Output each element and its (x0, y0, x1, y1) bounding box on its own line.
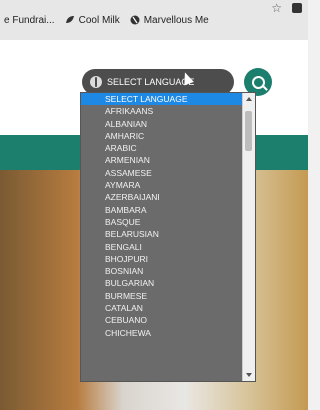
language-option[interactable]: AFRIKAANS (81, 105, 243, 117)
bookmark-label: Marvellous Me (143, 14, 209, 26)
language-option[interactable]: ARABIC (81, 142, 243, 154)
language-options: SELECT LANGUAGE AFRIKAANS ALBANIAN AMHARIC A… (81, 93, 243, 381)
language-option[interactable]: BELARUSIAN (81, 228, 243, 240)
scroll-up-icon[interactable] (243, 93, 255, 105)
language-option[interactable]: BENGALI (81, 241, 243, 253)
language-option[interactable]: CATALAN (81, 302, 243, 314)
language-dropdown[interactable]: SELECT LANGUAGE AFRIKAANS ALBANIAN AMHARIC A… (80, 92, 256, 382)
language-option[interactable]: SELECT LANGUAGE (81, 93, 243, 106)
search-icon (251, 75, 265, 89)
language-option[interactable]: BAMBARA (81, 204, 243, 216)
browser-controls: ☆ (248, 0, 308, 16)
language-option[interactable]: BOSNIAN (81, 265, 243, 277)
language-option[interactable]: ASSAMESE (81, 167, 243, 179)
leaf-icon (65, 15, 75, 25)
globe-icon (130, 15, 140, 25)
language-option[interactable]: ALBANIAN (81, 118, 243, 130)
language-option[interactable]: ARMENIAN (81, 154, 243, 166)
language-option[interactable]: AMHARIC (81, 130, 243, 142)
language-option[interactable]: CHICHEWA (81, 327, 243, 339)
language-option[interactable]: BURMESE (81, 290, 243, 302)
bookmark-label: e Fundrai... (4, 14, 55, 26)
scroll-down-icon[interactable] (243, 369, 255, 381)
language-option[interactable]: CEBUANO (81, 314, 243, 326)
language-option[interactable]: AYMARA (81, 179, 243, 191)
globe-icon (90, 76, 102, 88)
star-icon[interactable]: ☆ (271, 1, 282, 15)
bookmark-fundraising[interactable]: e Fundrai... (4, 15, 55, 26)
scroll-thumb[interactable] (245, 111, 252, 151)
language-option[interactable]: BULGARIAN (81, 277, 243, 289)
language-option[interactable]: AZERBAIJANI (81, 191, 243, 203)
language-option[interactable]: BASQUE (81, 216, 243, 228)
bookmark-label: Cool Milk (78, 14, 120, 26)
bookmark-marvellous-me[interactable]: Marvellous Me (130, 15, 209, 26)
language-option[interactable]: BHOJPURI (81, 253, 243, 265)
dropdown-scrollbar[interactable] (242, 93, 255, 381)
extension-icon[interactable] (292, 3, 302, 13)
bookmark-cool-milk[interactable]: Cool Milk (65, 15, 120, 26)
